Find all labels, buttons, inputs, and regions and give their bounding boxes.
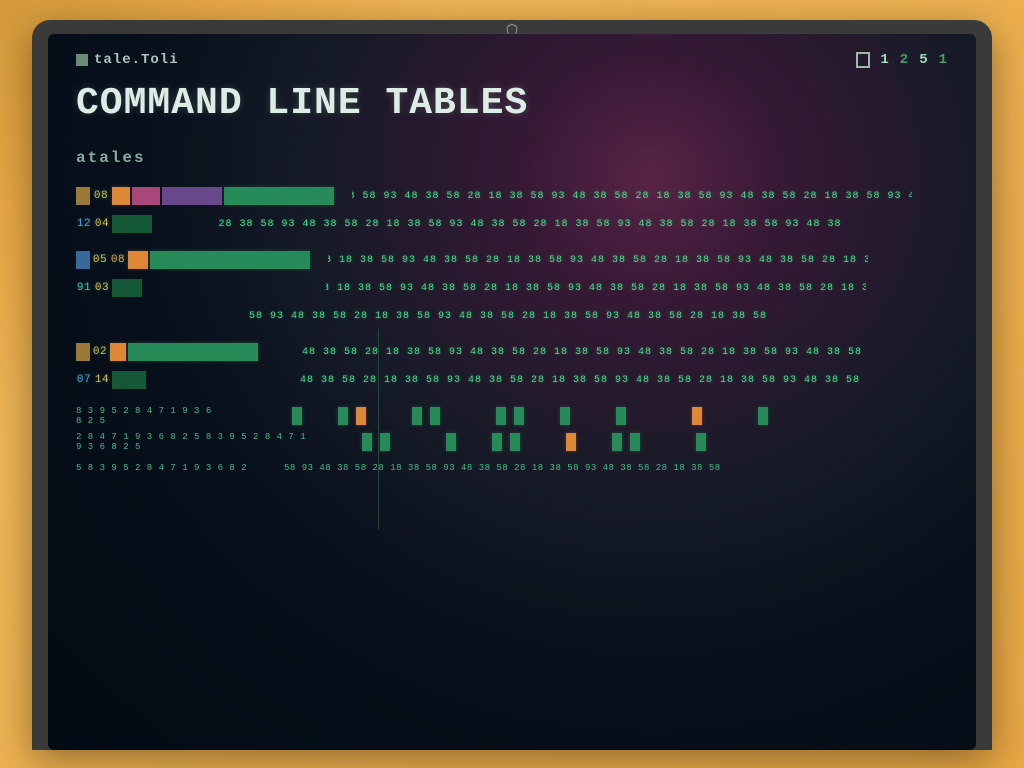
- sparse-row: 5 8 3 9 5 2 8 4 7 1 9 3 6 8 2 58 93 48 3…: [76, 457, 948, 479]
- activity-block: [446, 433, 456, 451]
- table-row: 91 03 38 58 28 18 38 58 93 48 38 58 28 1…: [76, 277, 948, 299]
- data-row: 93 48 38 58 28 18 38 58 93 48 38 58 28 1…: [300, 371, 860, 389]
- terminal-screen[interactable]: tale.Toli 1 2 5 1 COMMAND LINE TABLES at…: [48, 34, 976, 750]
- status-right: 1 2 5 1: [856, 52, 948, 68]
- status-left: tale.Toli: [76, 52, 179, 68]
- table-group-3: 02 93 48 38 58 28 18 38 58 93 48 38 58 2…: [76, 341, 948, 391]
- status-indicator-1: 1: [880, 52, 889, 68]
- sparse-row: 2 8 4 7 1 9 3 6 8 2 5 8 3 9 5 2 8 4 7 1 …: [76, 431, 948, 453]
- activity-block: [566, 433, 576, 451]
- status-bar: tale.Toli 1 2 5 1: [76, 52, 948, 68]
- status-indicator-4: 1: [939, 52, 948, 68]
- cell-label: 03: [94, 279, 110, 297]
- cell-block: [112, 215, 152, 233]
- sparse-group: 8 3 9 5 2 8 4 7 1 9 3 6 8 2 5: [76, 405, 948, 479]
- activity-block: [496, 407, 506, 425]
- cell-block: [76, 187, 90, 205]
- status-indicator-2: 2: [900, 52, 909, 68]
- status-hostname: tale.Toli: [94, 52, 179, 68]
- activity-block: [758, 407, 768, 425]
- progress-bar-segment: [162, 187, 222, 205]
- activity-block: [692, 407, 702, 425]
- table-row: 58 93 48 38 58 28 18 38 58 93 48 38 58 2…: [76, 305, 948, 327]
- activity-block: [292, 407, 302, 425]
- table-group-2: 05 08 38 58 28 18 38 58 93 48 38 58 28 1…: [76, 249, 948, 327]
- page-title: COMMAND LINE TABLES: [76, 82, 948, 125]
- progress-bar-segment: [150, 251, 310, 269]
- activity-block: [612, 433, 622, 451]
- activity-block: [412, 407, 422, 425]
- cell-label: 91: [76, 279, 92, 297]
- table-row: 07 14 93 48 38 58 28 18 38 58 93 48 38 5…: [76, 369, 948, 391]
- table-row: 02 93 48 38 58 28 18 38 58 93 48 38 58 2…: [76, 341, 948, 363]
- data-row: 38 58 28 18 38 58 93 48 38 58 28 18 38 5…: [326, 279, 866, 297]
- activity-block: [338, 407, 348, 425]
- activity-block: [356, 407, 366, 425]
- cell-label: 02: [92, 343, 108, 361]
- activity-block: [696, 433, 706, 451]
- table-row: 12 04 28 38 58 93 48 38 58 28 18 38 58 9…: [76, 213, 948, 235]
- data-row: 28 38 58 93 48 38 58 28 18 38 58 93 48 3…: [170, 215, 890, 233]
- cell-block: [128, 251, 148, 269]
- cell-label: 05: [92, 251, 108, 269]
- status-indicator-3: 5: [919, 52, 928, 68]
- cell-block: [76, 343, 90, 361]
- cell-block: [76, 251, 90, 269]
- mini-data: 58 93 48 38 58 28 18 38 58 93 48 38 58 2…: [284, 463, 784, 473]
- cell-label: 12: [76, 215, 92, 233]
- data-row: 08 83 28 58 93 48 38 58 28 18 38 58 93 4…: [352, 187, 912, 205]
- cell-label: 08: [110, 251, 126, 269]
- status-prefix-icon: [76, 54, 88, 66]
- table-row: 08 08 83 28 58 93 48 38 58 28 18 38 58 9…: [76, 185, 948, 207]
- activity-block: [362, 433, 372, 451]
- data-row: 58 93 48 38 58 28 18 38 58 93 48 38 58 2…: [138, 307, 878, 325]
- laptop-frame: tale.Toli 1 2 5 1 COMMAND LINE TABLES at…: [32, 20, 992, 750]
- activity-block: [616, 407, 626, 425]
- data-row: 93 48 38 58 28 18 38 58 93 48 38 58 28 1…: [302, 343, 862, 361]
- subtitle: atales: [76, 149, 948, 167]
- progress-bar-segment: [128, 343, 258, 361]
- activity-block: [630, 433, 640, 451]
- cell-label: 04: [94, 215, 110, 233]
- cell-label: 14: [94, 371, 110, 389]
- activity-block: [492, 433, 502, 451]
- cell-block: [112, 279, 142, 297]
- status-box-icon: [856, 52, 870, 68]
- mini-data: 8 3 9 5 2 8 4 7 1 9 3 6 8 2 5: [76, 406, 216, 426]
- cell-label: 07: [76, 371, 92, 389]
- mini-data: 2 8 4 7 1 9 3 6 8 2 5 8 3 9 5 2 8 4 7 1 …: [76, 432, 316, 452]
- sparse-row: 8 3 9 5 2 8 4 7 1 9 3 6 8 2 5: [76, 405, 948, 427]
- cell-block: [112, 187, 130, 205]
- mini-data: 5 8 3 9 5 2 8 4 7 1 9 3 6 8 2: [76, 463, 276, 473]
- cell-block: [110, 343, 126, 361]
- activity-block: [380, 433, 390, 451]
- activity-block: [514, 407, 524, 425]
- data-row: 38 58 28 18 38 58 93 48 38 58 28 18 38 5…: [328, 251, 868, 269]
- activity-block: [430, 407, 440, 425]
- table-group-1: 08 08 83 28 58 93 48 38 58 28 18 38 58 9…: [76, 185, 948, 235]
- cell-label: 08: [92, 187, 110, 205]
- cell-block: [132, 187, 160, 205]
- activity-block: [510, 433, 520, 451]
- vertical-separator: [378, 329, 379, 529]
- progress-bar-segment: [224, 187, 334, 205]
- cell-block: [112, 371, 146, 389]
- activity-block: [560, 407, 570, 425]
- table-row: 05 08 38 58 28 18 38 58 93 48 38 58 28 1…: [76, 249, 948, 271]
